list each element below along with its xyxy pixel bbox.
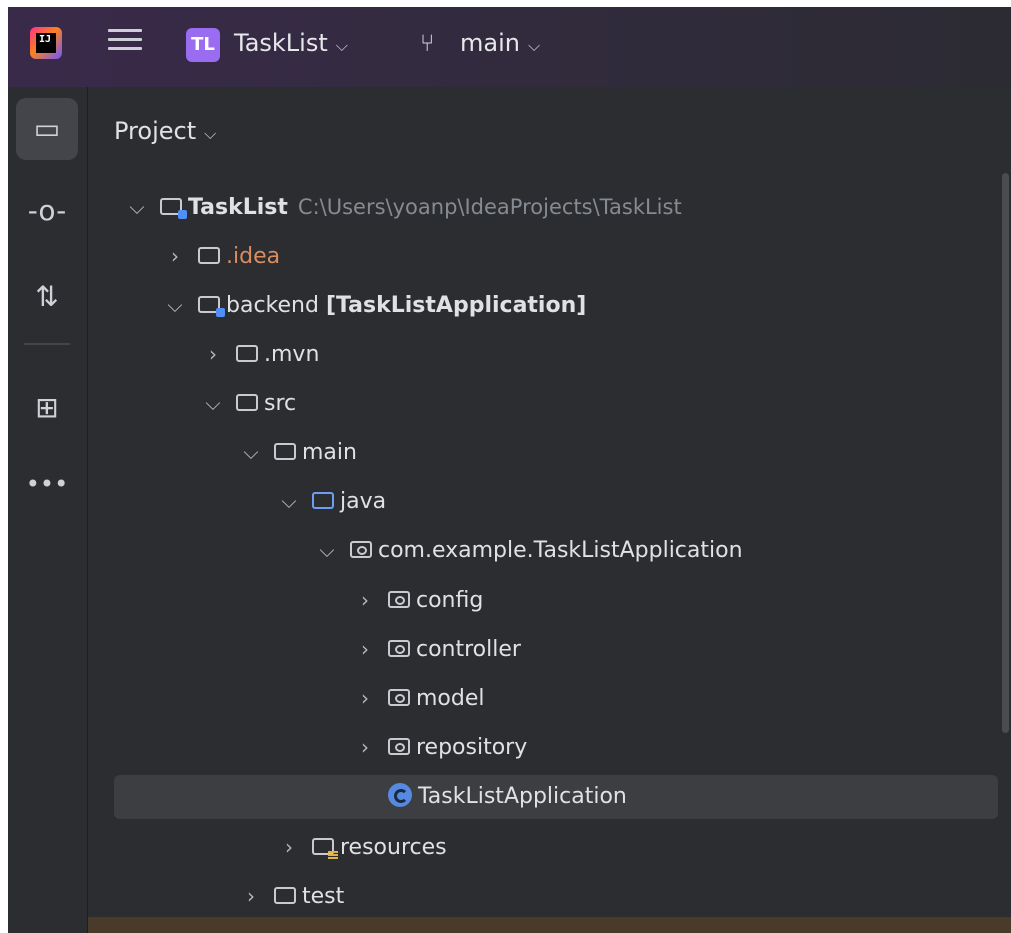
chevron-right-icon[interactable]: › <box>352 725 378 769</box>
tree-item-java[interactable]: ⌵ java <box>276 479 386 523</box>
tree-item-label: TaskList <box>188 195 288 220</box>
tree-item-mvn[interactable]: › .mvn <box>200 332 319 376</box>
chevron-down-icon[interactable]: ⌵ <box>124 185 150 229</box>
tree-item-model[interactable]: › model <box>352 676 485 720</box>
project-folder-icon[interactable]: ▭ <box>16 98 78 160</box>
commit-icon[interactable]: -o- <box>16 180 78 242</box>
chevron-right-icon[interactable]: › <box>352 676 378 720</box>
tree-item-backend[interactable]: ⌵ backend [TaskListApplication] <box>162 283 586 327</box>
chevron-right-icon[interactable]: › <box>352 627 378 671</box>
project-path: C:\Users\yoanp\IdeaProjects\TaskList <box>297 195 682 219</box>
chevron-down-icon: ⌵ <box>527 36 541 55</box>
chevron-down-icon: ⌵ <box>204 124 217 143</box>
scrollbar[interactable] <box>1002 173 1009 733</box>
module-folder-icon <box>160 197 187 219</box>
spring-boot-class-icon <box>388 783 412 807</box>
tree-item-repository[interactable]: › repository <box>352 725 527 769</box>
chevron-right-icon[interactable]: › <box>162 234 188 278</box>
chevron-down-icon[interactable]: ⌵ <box>162 283 188 327</box>
package-icon <box>388 590 410 608</box>
branch-selector[interactable]: main ⌵ <box>460 29 540 57</box>
tree-item-label: main <box>302 440 357 465</box>
chevron-down-icon[interactable]: ⌵ <box>314 528 340 572</box>
module-name: [TaskListApplication] <box>325 293 587 318</box>
tree-item-label: model <box>416 686 485 711</box>
structure-icon[interactable]: ⊞ <box>16 377 78 439</box>
tree-item-label: java <box>340 489 387 514</box>
tree-item-label: .idea <box>226 244 281 269</box>
project-selector[interactable]: TaskList ⌵ <box>234 29 348 57</box>
tool-window-strip: ▭ -o- ⇅ ⊞ ••• <box>8 87 88 933</box>
chevron-right-icon[interactable]: › <box>238 874 264 918</box>
folder-icon <box>198 246 220 264</box>
folder-icon <box>236 344 258 362</box>
package-icon <box>350 540 372 558</box>
chevron-right-icon[interactable]: › <box>200 332 226 376</box>
package-icon <box>388 737 410 755</box>
tree-item-label: controller <box>416 637 521 662</box>
chevron-down-icon[interactable]: ⌵ <box>276 479 302 523</box>
tree-item-src[interactable]: ⌵ src <box>200 381 296 425</box>
tree-item-label: com.example.TaskListApplication <box>378 538 743 563</box>
tree-item-tasklistapplication[interactable]: TaskListApplication <box>114 775 998 819</box>
intellij-logo-icon[interactable]: IJ <box>30 27 62 59</box>
folder-icon <box>274 442 296 460</box>
bottom-status-strip <box>88 917 1011 933</box>
strip-divider <box>24 343 70 345</box>
tree-item-test[interactable]: › test <box>238 874 344 918</box>
tree-item-idea[interactable]: › .idea <box>162 234 280 278</box>
tree-item-label: test <box>302 884 345 909</box>
title-bar: IJ TL TaskList ⌵ ⑂ main ⌵ <box>8 7 1011 87</box>
resources-folder-icon <box>312 837 338 859</box>
tree-item-label: resources <box>340 835 447 860</box>
module-folder-icon <box>198 295 225 317</box>
tree-item-label: repository <box>416 735 528 760</box>
chevron-down-icon: ⌵ <box>335 36 348 55</box>
tree-item-main[interactable]: ⌵ main <box>238 430 357 474</box>
chevron-down-icon[interactable]: ⌵ <box>200 381 226 425</box>
package-icon <box>388 639 410 657</box>
project-name: TaskList <box>234 29 328 57</box>
chevron-down-icon[interactable]: ⌵ <box>238 430 264 474</box>
project-panel: Project ⌵ ⌵ TaskList C:\Users\yoanp\IdeaPro… <box>88 87 1011 933</box>
chevron-right-icon[interactable]: › <box>352 578 378 622</box>
chevron-right-icon[interactable]: › <box>276 825 302 869</box>
pull-requests-icon[interactable]: ⇅ <box>16 266 78 328</box>
tree-item-tasklist[interactable]: ⌵ TaskList C:\Users\yoanp\IdeaProjects\Tas… <box>124 185 682 229</box>
tree-item-controller[interactable]: › controller <box>352 627 521 671</box>
tree-item-label: src <box>264 391 297 416</box>
ide-window: IJ TL TaskList ⌵ ⑂ main ⌵ ▭ -o- ⇅ ⊞ ••• Pr… <box>8 7 1011 933</box>
tree-item-config[interactable]: › config <box>352 578 483 622</box>
branch-icon[interactable]: ⑂ <box>420 29 434 57</box>
tree-item-label: .mvn <box>264 342 320 367</box>
tree-item-resources[interactable]: › resources <box>276 825 447 869</box>
tree-item-package[interactable]: ⌵ com.example.TaskListApplication <box>314 528 743 572</box>
tree-item-label: backend <box>226 293 319 318</box>
more-icon[interactable]: ••• <box>16 453 78 515</box>
project-view-selector[interactable]: Project ⌵ <box>114 117 216 145</box>
package-icon <box>388 688 410 706</box>
tree-item-label: TaskListApplication <box>418 784 627 809</box>
tree-item-label: config <box>416 588 484 613</box>
project-badge[interactable]: TL <box>186 28 220 62</box>
folder-icon <box>236 393 258 411</box>
panel-title: Project <box>114 117 197 145</box>
folder-icon <box>274 886 296 904</box>
source-folder-icon <box>312 491 334 509</box>
branch-name: main <box>460 29 520 57</box>
main-menu-icon[interactable] <box>108 29 142 61</box>
